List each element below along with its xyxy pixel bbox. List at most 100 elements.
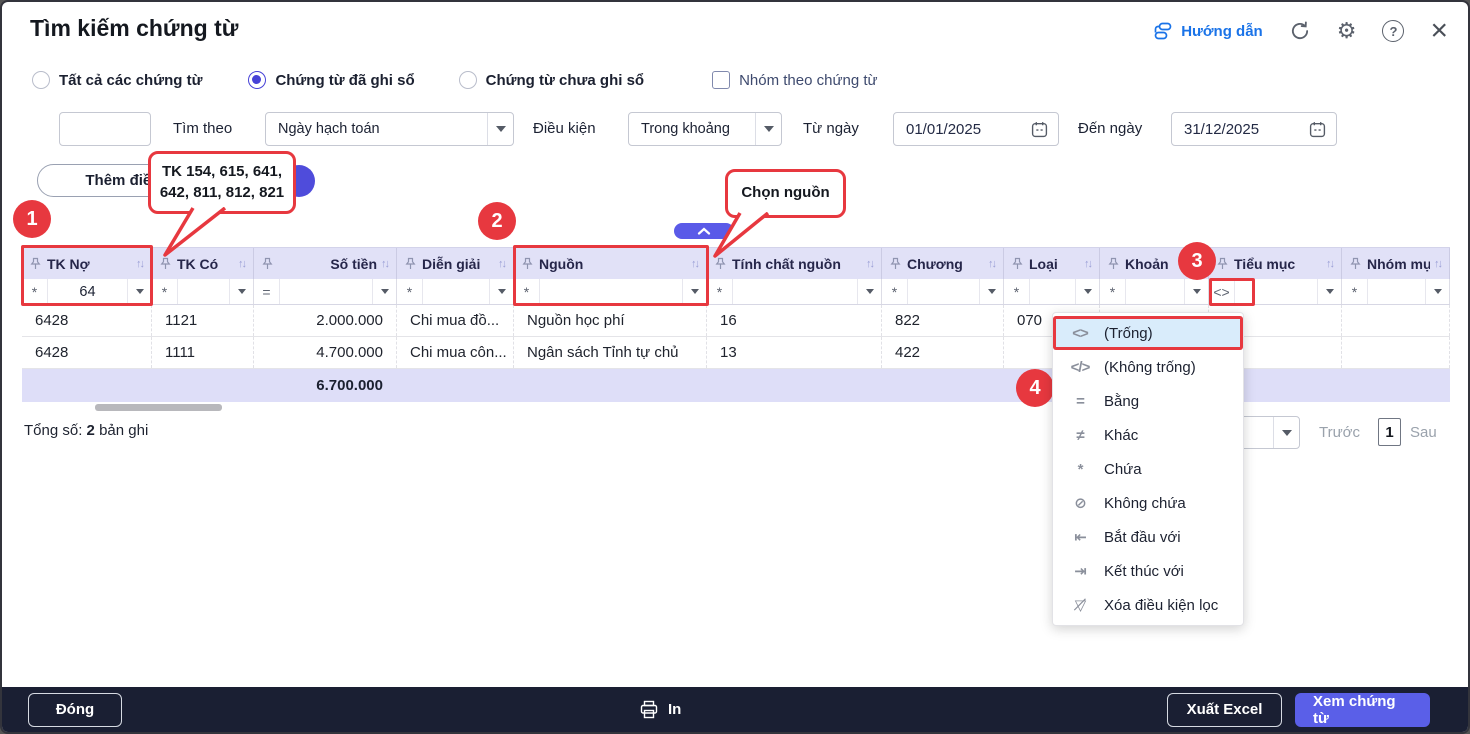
sort-icon[interactable]: ↑↓ <box>1326 258 1335 270</box>
gear-icon[interactable]: ⚙ <box>1337 18 1357 44</box>
menu-item-xoa-ieu-kien-loc[interactable]: ▽̸Xóa điều kiện lọc <box>1053 588 1243 622</box>
guide-link[interactable]: Hướng dẫn <box>1153 21 1263 41</box>
sort-icon[interactable]: ↑↓ <box>1434 258 1443 270</box>
next-page-button[interactable]: Sau <box>1410 424 1437 441</box>
column-header-loai[interactable]: Loại↑↓ <box>1004 248 1100 279</box>
condition-select[interactable]: Trong khoảng <box>628 112 782 146</box>
chevron-down-icon[interactable] <box>1273 417 1299 448</box>
filter-value-input[interactable] <box>1235 279 1317 304</box>
from-date-input[interactable]: 01/01/2025 <box>893 112 1059 146</box>
menu-item-trong[interactable]: <>(Trống) <box>1053 316 1243 350</box>
menu-item-label: (Không trống) <box>1104 359 1196 376</box>
filter-value-input[interactable] <box>178 279 229 304</box>
filter-operator-icon[interactable]: * <box>1004 279 1030 304</box>
sort-icon[interactable]: ↑↓ <box>238 258 247 270</box>
calendar-icon[interactable] <box>1031 121 1058 138</box>
sort-icon[interactable]: ↑↓ <box>1193 258 1202 270</box>
table-header-row: TK Nợ↑↓TK Có↑↓Số tiền↑↓Diễn giải↑↓Nguồn↑… <box>22 247 1450 279</box>
menu-item-bang[interactable]: =Bằng <box>1053 384 1243 418</box>
close-icon[interactable]: × <box>1430 20 1448 42</box>
print-button[interactable]: In <box>639 700 681 720</box>
filter-operator-icon[interactable]: * <box>882 279 908 304</box>
collapse-filter-toggle[interactable] <box>674 223 734 239</box>
menu-item-ket-thuc-voi[interactable]: ⇥Kết thúc với <box>1053 554 1243 588</box>
export-excel-button[interactable]: Xuất Excel <box>1167 693 1282 727</box>
sort-icon[interactable]: ↑↓ <box>691 258 700 270</box>
chevron-down-icon[interactable] <box>372 279 396 304</box>
filter-value-input[interactable] <box>423 279 489 304</box>
menu-item-khong-chua[interactable]: ⊘Không chứa <box>1053 486 1243 520</box>
help-icon[interactable]: ? <box>1382 20 1404 42</box>
filter-operator-icon[interactable]: <> <box>1209 279 1235 304</box>
filter-operator-icon[interactable]: * <box>22 279 48 304</box>
chevron-down-icon[interactable] <box>1425 279 1449 304</box>
sort-icon[interactable]: ↑↓ <box>381 258 390 270</box>
filter-value-input[interactable] <box>1368 279 1425 304</box>
column-header-tieu-muc[interactable]: Tiểu mục↑↓ <box>1209 248 1342 279</box>
chevron-down-icon[interactable] <box>1317 279 1341 304</box>
pin-icon <box>1350 257 1361 270</box>
sort-icon[interactable]: ↑↓ <box>988 258 997 270</box>
chevron-down-icon[interactable] <box>487 113 513 145</box>
close-button[interactable]: Đóng <box>28 693 122 727</box>
menu-item-khac[interactable]: ≠Khác <box>1053 418 1243 452</box>
sort-icon[interactable]: ↑↓ <box>136 258 145 270</box>
filter-value-input[interactable] <box>1126 279 1184 304</box>
search-input[interactable] <box>59 112 151 146</box>
chevron-down-icon[interactable] <box>489 279 513 304</box>
filter-operator-icon[interactable]: * <box>1100 279 1126 304</box>
radio-posted-vouchers[interactable]: Chứng từ đã ghi sổ <box>248 71 414 89</box>
calendar-icon[interactable] <box>1309 121 1336 138</box>
filter-value-input[interactable] <box>540 279 682 304</box>
filter-operator-icon[interactable]: = <box>254 279 280 304</box>
filter-value-input[interactable] <box>280 279 372 304</box>
chevron-down-icon[interactable] <box>979 279 1003 304</box>
pin-icon <box>890 257 901 270</box>
tim-theo-label: Tìm theo <box>173 120 232 137</box>
menu-item-label: (Trống) <box>1104 325 1153 342</box>
chevron-down-icon[interactable] <box>229 279 253 304</box>
group-by-voucher-checkbox[interactable]: Nhóm theo chứng từ <box>712 71 878 89</box>
menu-item-bat-au-voi[interactable]: ⇤Bắt đầu với <box>1053 520 1243 554</box>
view-voucher-button[interactable]: Xem chứng từ <box>1295 693 1430 727</box>
filter-operator-icon[interactable]: * <box>707 279 733 304</box>
filter-value-input[interactable]: 64 <box>48 279 127 304</box>
column-header-nguon[interactable]: Nguồn↑↓ <box>514 248 707 279</box>
menu-item-chua[interactable]: *Chứa <box>1053 452 1243 486</box>
filter-value-input[interactable] <box>908 279 979 304</box>
prev-page-button[interactable]: Trước <box>1319 424 1360 441</box>
filter-operator-icon[interactable]: * <box>1342 279 1368 304</box>
sort-icon[interactable]: ↑↓ <box>498 258 507 270</box>
column-header-tk-co[interactable]: TK Có↑↓ <box>152 248 254 279</box>
filter-value-input[interactable] <box>733 279 857 304</box>
chevron-down-icon[interactable] <box>1075 279 1099 304</box>
sort-icon[interactable]: ↑↓ <box>866 258 875 270</box>
chevron-down-icon[interactable] <box>755 113 781 145</box>
menu-item-khong-trong[interactable]: </>(Không trống) <box>1053 350 1243 384</box>
filter-cell-so-tien: = <box>254 279 397 304</box>
column-header-tinh-chat-nguon[interactable]: Tính chất nguồn↑↓ <box>707 248 882 279</box>
filter-operator-icon[interactable]: * <box>514 279 540 304</box>
filter-operator-icon[interactable]: * <box>397 279 423 304</box>
column-header-dien-giai[interactable]: Diễn giải↑↓ <box>397 248 514 279</box>
column-header-tk-no[interactable]: TK Nợ↑↓ <box>22 248 152 279</box>
chevron-down-icon[interactable] <box>127 279 151 304</box>
chevron-down-icon[interactable] <box>682 279 706 304</box>
chevron-down-icon[interactable] <box>857 279 881 304</box>
radio-unposted-vouchers[interactable]: Chứng từ chưa ghi sổ <box>459 71 644 89</box>
column-header-chuong[interactable]: Chương↑↓ <box>882 248 1004 279</box>
refresh-icon[interactable] <box>1289 20 1311 42</box>
filter-value-input[interactable] <box>1030 279 1075 304</box>
radio-all-vouchers[interactable]: Tất cả các chứng từ <box>32 71 202 89</box>
column-header-so-tien[interactable]: Số tiền↑↓ <box>254 248 397 279</box>
column-header-nhom-muc[interactable]: Nhóm mục↑↓ <box>1342 248 1450 279</box>
search-by-select[interactable]: Ngày hạch toán <box>265 112 514 146</box>
filter-operator-icon[interactable]: * <box>152 279 178 304</box>
sort-icon[interactable]: ↑↓ <box>1084 258 1093 270</box>
chevron-down-icon[interactable] <box>1184 279 1208 304</box>
column-header-khoan[interactable]: Khoản↑↓ <box>1100 248 1209 279</box>
to-date-input[interactable]: 31/12/2025 <box>1171 112 1337 146</box>
add-condition-button[interactable]: Thêm điều kiện <box>37 164 243 197</box>
current-page-box[interactable]: 1 <box>1378 418 1401 446</box>
horizontal-scrollbar[interactable] <box>95 404 222 411</box>
